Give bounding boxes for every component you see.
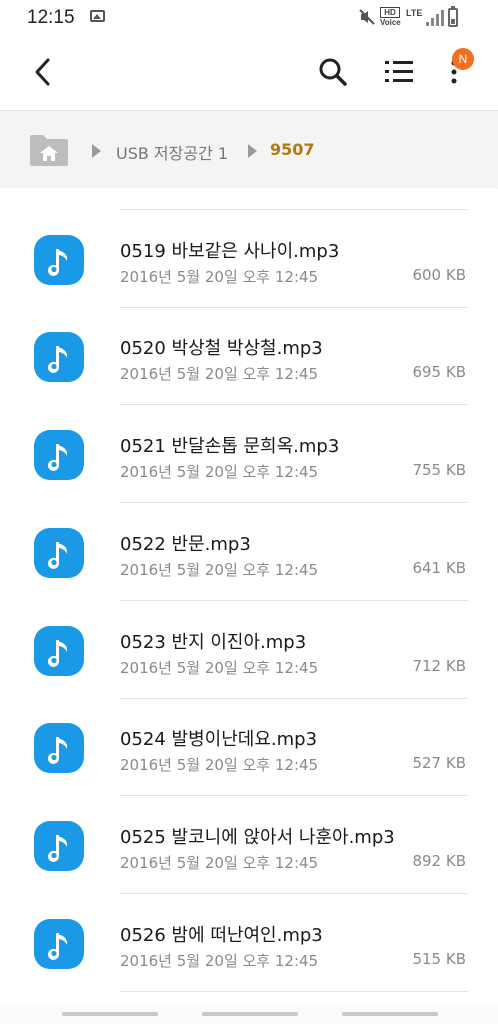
back-button[interactable] (28, 56, 60, 88)
lte-label: LTE (406, 8, 423, 18)
file-size: 695 KB (412, 363, 466, 382)
navigation-bar (0, 1004, 498, 1024)
file-date: 2016년 5월 20일 오후 12:45 (120, 267, 319, 286)
music-note-icon (34, 527, 84, 578)
file-size: 712 KB (412, 656, 466, 675)
file-date: 2016년 5월 20일 오후 12:45 (120, 188, 318, 189)
file-size: 641 KB (412, 558, 466, 577)
music-note-icon (34, 820, 84, 871)
row-divider (120, 990, 468, 992)
search-button[interactable] (316, 55, 350, 89)
music-note-icon (34, 332, 84, 383)
status-time: 12:15 (27, 7, 75, 28)
breadcrumb: USB 저장공간 1 9507 (0, 110, 498, 189)
music-note-icon (34, 234, 84, 285)
gallery-icon (90, 10, 105, 22)
file-list[interactable]: 2016년 5월 20일 오후 12:45671 KB0519 바보같은 사나이… (0, 188, 498, 1004)
file-row[interactable]: 0521 반달손톱 문희옥.mp3 2016년 5월 20일 오후 12:45 75… (2, 406, 496, 504)
file-name: 0522 반문.mp3 (120, 533, 251, 555)
file-row[interactable]: 0523 반지 이진아.mp3 2016년 5월 20일 오후 12:45 712 … (2, 602, 496, 699)
nav-back-button[interactable] (342, 1012, 438, 1016)
voice-label: Voice (380, 18, 401, 27)
breadcrumb-arrow-icon (92, 144, 101, 158)
file-name: 0520 박상철 박상철.mp3 (120, 338, 323, 360)
file-date: 2016년 5월 20일 오후 12:45 (120, 853, 319, 872)
breadcrumb-arrow-icon (248, 144, 257, 158)
music-note-icon (34, 430, 84, 481)
search-icon (319, 58, 347, 86)
file-row[interactable]: 2016년 5월 20일 오후 12:45671 KB (2, 188, 496, 210)
app-bar (0, 36, 498, 108)
music-note-icon (34, 625, 84, 676)
music-note-icon (34, 723, 84, 774)
back-arrow-icon (35, 58, 50, 86)
file-date: 2016년 5월 20일 오후 12:45 (120, 658, 319, 677)
hd-label: HD (380, 7, 400, 18)
file-name: 0519 바보같은 사나이.mp3 (120, 240, 340, 262)
breadcrumb-current-folder: 9507 (270, 140, 315, 159)
file-name: 0525 발코니에 앉아서 나훈아.mp3 (120, 826, 395, 848)
file-date: 2016년 5월 20일 오후 12:45 (120, 560, 319, 579)
file-name: 0521 반달손톱 문희옥.mp3 (120, 436, 340, 458)
hd-voice-icon: HD Voice (380, 7, 401, 27)
file-size: 515 KB (412, 949, 466, 968)
file-date: 2016년 5월 20일 오후 12:45 (120, 951, 319, 970)
nav-home-button[interactable] (202, 1012, 298, 1016)
breadcrumb-storage[interactable]: USB 저장공간 1 (116, 140, 228, 164)
file-name: 0526 밤에 떠난여인.mp3 (120, 924, 323, 946)
file-row[interactable]: 0522 반문.mp3 2016년 5월 20일 오후 12:45 641 KB (2, 504, 496, 601)
file-list-card: 2016년 5월 20일 오후 12:45671 KB0519 바보같은 사나이… (2, 188, 496, 1004)
battery-icon (448, 6, 458, 27)
nav-recents-button[interactable] (62, 1012, 158, 1016)
file-size: 755 KB (412, 461, 466, 480)
view-toggle-button[interactable] (383, 56, 417, 88)
notification-badge: N (452, 48, 474, 70)
file-date: 2016년 5월 20일 오후 12:45 (120, 756, 319, 775)
file-row[interactable]: 0519 바보같은 사나이.mp3 2016년 5월 20일 오후 12:45 60… (2, 211, 496, 308)
status-bar: 12:15 HD Voice LTE (0, 0, 498, 36)
file-row[interactable]: 0524 발병이난데요.mp3 2016년 5월 20일 오후 12:45 527 … (2, 699, 496, 797)
signal-icon (426, 10, 444, 26)
file-size: 600 KB (412, 265, 466, 284)
file-row[interactable]: 0520 박상철 박상철.mp3 2016년 5월 20일 오후 12:45 695… (2, 308, 496, 406)
file-row[interactable]: 0525 발코니에 앉아서 나훈아.mp3 2016년 5월 20일 오후 12:… (2, 797, 496, 894)
file-date: 2016년 5월 20일 오후 12:45 (120, 365, 319, 384)
folder-home-icon[interactable] (28, 133, 70, 167)
mute-icon (358, 8, 376, 31)
file-name: 0523 반지 이진아.mp3 (120, 631, 307, 653)
file-date: 2016년 5월 20일 오후 12:45 (120, 463, 319, 482)
file-size: 527 KB (412, 754, 466, 773)
file-row[interactable]: 0526 밤에 떠난여인.mp3 2016년 5월 20일 오후 12:45 515… (2, 895, 496, 992)
file-name: 0524 발병이난데요.mp3 (120, 729, 318, 751)
music-note-icon (34, 918, 84, 969)
file-size: 892 KB (412, 851, 466, 870)
list-view-icon (385, 61, 413, 82)
